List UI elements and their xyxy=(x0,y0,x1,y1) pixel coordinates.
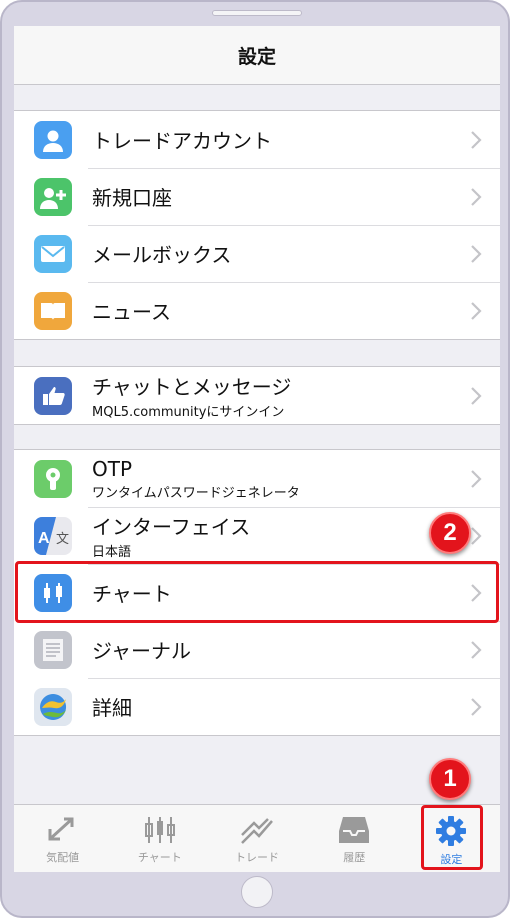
page-title: 設定 xyxy=(237,45,276,68)
settings-group-community: チャットとメッセージ MQL5.communityにサインイン xyxy=(14,366,500,425)
trend-lines-icon xyxy=(241,818,273,844)
speaker-slot xyxy=(212,10,302,16)
settings-item-label: ニュース xyxy=(92,300,171,324)
translate-icon: A文 xyxy=(34,516,72,555)
chevron-right-icon xyxy=(471,386,482,405)
screen: 設定 トレードアカウント 新規口座 メールボックス ニュース チャットとメッセー… xyxy=(14,26,500,872)
settings-item-label: インターフェイス xyxy=(92,515,251,539)
settings-item-new-account[interactable]: 新規口座 xyxy=(14,168,500,225)
settings-item-label: メールボックス xyxy=(92,243,232,267)
chevron-right-icon xyxy=(471,640,482,659)
chevron-right-icon xyxy=(471,130,482,149)
settings-item-label: トレードアカウント xyxy=(92,129,272,153)
add-person-icon xyxy=(34,177,72,216)
settings-group-accounts: トレードアカウント 新規口座 メールボックス ニュース xyxy=(14,110,500,340)
chevron-right-icon xyxy=(471,526,482,545)
chevron-right-icon xyxy=(471,187,482,206)
nav-bar: 設定 xyxy=(14,26,500,85)
tab-label: 気配値 xyxy=(46,851,80,864)
settings-item-about[interactable]: 詳細 xyxy=(14,678,500,735)
svg-text:A: A xyxy=(38,530,50,547)
phone-frame: 設定 トレードアカウント 新規口座 メールボックス ニュース チャットとメッセー… xyxy=(0,0,510,918)
pointing-hand-icon xyxy=(34,376,72,415)
book-icon xyxy=(34,291,72,330)
keyhole-icon xyxy=(34,459,72,498)
home-button[interactable] xyxy=(241,876,273,908)
envelope-icon xyxy=(34,234,72,273)
tab-chart[interactable]: チャート xyxy=(111,805,208,872)
chevron-right-icon xyxy=(471,301,482,320)
settings-item-mailbox[interactable]: メールボックス xyxy=(14,225,500,282)
settings-item-otp[interactable]: OTP ワンタイムパスワードジェネレータ xyxy=(14,450,500,507)
chevron-right-icon xyxy=(471,469,482,488)
tab-label: 履歴 xyxy=(343,851,366,864)
step-marker-2: 2 xyxy=(429,512,471,554)
settings-item-journal[interactable]: ジャーナル xyxy=(14,621,500,678)
svg-text:文: 文 xyxy=(56,532,69,547)
step-marker-1: 1 xyxy=(429,758,471,800)
settings-item-label: チャットとメッセージ xyxy=(92,375,292,399)
chevron-right-icon xyxy=(471,244,482,263)
settings-item-sublabel: 日本語 xyxy=(92,545,132,560)
tab-history[interactable]: 履歴 xyxy=(306,805,403,872)
candlestick-icon xyxy=(144,817,175,843)
tab-trade[interactable]: トレード xyxy=(208,805,305,872)
settings-item-trade-account[interactable]: トレードアカウント xyxy=(14,111,500,168)
settings-item-sublabel: ワンタイムパスワードジェネレータ xyxy=(92,485,300,501)
quotes-arrows-icon xyxy=(48,817,74,841)
settings-item-news[interactable]: ニュース xyxy=(14,282,500,339)
tab-label: トレード xyxy=(235,851,279,864)
inbox-tray-icon xyxy=(339,817,370,843)
settings-tab-highlight xyxy=(421,805,483,870)
person-icon xyxy=(34,120,72,159)
settings-item-interface[interactable]: A文 インターフェイス 日本語 xyxy=(14,507,500,564)
chevron-right-icon xyxy=(471,697,482,716)
tab-quotes[interactable]: 気配値 xyxy=(14,805,111,872)
settings-item-label: 詳細 xyxy=(92,696,132,720)
tab-label: チャート xyxy=(137,851,182,864)
settings-item-label: OTP xyxy=(92,456,133,481)
chart-item-highlight xyxy=(15,561,499,623)
settings-item-label: 新規口座 xyxy=(92,186,172,210)
document-lines-icon xyxy=(34,630,72,669)
settings-item-sublabel: MQL5.communityにサインイン xyxy=(92,405,285,420)
settings-item-label: ジャーナル xyxy=(92,639,191,663)
metatrader-logo-icon xyxy=(34,687,72,726)
settings-item-chat[interactable]: チャットとメッセージ MQL5.communityにサインイン xyxy=(14,367,500,424)
